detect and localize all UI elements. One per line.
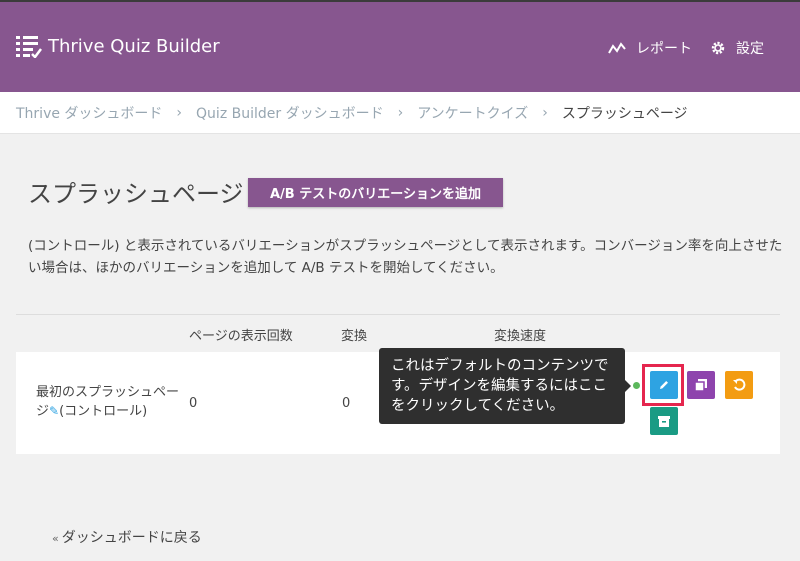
back-label: ダッシュボードに戻る bbox=[61, 530, 202, 546]
settings-label: 設定 bbox=[736, 41, 764, 57]
breadcrumb-separator: › bbox=[397, 104, 404, 121]
back-marker: « bbox=[52, 532, 59, 545]
app-logo[interactable]: Thrive Quiz Builder bbox=[16, 34, 220, 58]
breadcrumb-item-quiz[interactable]: アンケートクイズ bbox=[417, 103, 528, 123]
top-nav: レポート 設定 bbox=[590, 38, 764, 58]
archive-button[interactable] bbox=[650, 407, 678, 435]
archive-icon bbox=[658, 416, 670, 427]
description-text: (コントロール) と表示されているバリエーションがスプラッシュページとして表示さ… bbox=[28, 238, 783, 276]
control-label: (コントロール) bbox=[59, 404, 148, 419]
breadcrumb: Thrive ダッシュボード › Quiz Builder ダッシュボード › … bbox=[0, 92, 800, 134]
copy-icon bbox=[694, 379, 707, 392]
reports-label: レポート bbox=[636, 41, 692, 57]
settings-link[interactable]: 設定 bbox=[710, 38, 764, 58]
top-bar: Thrive Quiz Builder レポート 設定 bbox=[0, 0, 800, 92]
add-ab-variation-button[interactable]: A/B テストのバリエーションを追加 bbox=[248, 178, 503, 207]
breadcrumb-item-current: スプラッシュページ bbox=[561, 105, 688, 122]
edit-button[interactable] bbox=[650, 371, 678, 399]
chart-line-icon bbox=[608, 42, 626, 54]
page-title: スプラッシュページ bbox=[28, 180, 244, 208]
pencil-icon[interactable]: ✎ bbox=[49, 404, 59, 418]
breadcrumb-item-thrive-dashboard[interactable]: Thrive ダッシュボード bbox=[16, 103, 162, 123]
header-views: ページの表示回数 bbox=[189, 329, 293, 344]
reset-button[interactable] bbox=[725, 371, 753, 399]
breadcrumb-separator: › bbox=[542, 104, 548, 121]
breadcrumb-separator: › bbox=[176, 104, 183, 121]
app-title: Thrive Quiz Builder bbox=[48, 35, 220, 57]
table-divider bbox=[16, 314, 780, 315]
header-conversions: 変換 bbox=[341, 329, 368, 344]
conversions-value: 0 bbox=[342, 396, 351, 411]
back-to-dashboard-link[interactable]: «ダッシュボードに戻る bbox=[52, 527, 202, 547]
reports-link[interactable]: レポート bbox=[608, 38, 692, 58]
tooltip: これはデフォルトのコンテンツです。デザインを編集するにはここをクリックしてくださ… bbox=[379, 348, 625, 424]
reset-icon bbox=[733, 378, 746, 391]
pencil-icon bbox=[660, 381, 668, 389]
views-value: 0 bbox=[189, 396, 198, 411]
list-check-icon bbox=[16, 36, 42, 58]
header-conversion-rate: 変換速度 bbox=[494, 329, 547, 344]
gear-icon bbox=[711, 41, 725, 55]
breadcrumb-item-quiz-builder-dashboard[interactable]: Quiz Builder ダッシュボード bbox=[196, 103, 384, 123]
status-dot bbox=[633, 382, 640, 389]
variation-name-cell: 最初のスプラッシュページ✎(コントロール) bbox=[36, 384, 186, 421]
tooltip-arrow bbox=[625, 380, 631, 392]
copy-button[interactable] bbox=[687, 371, 715, 399]
